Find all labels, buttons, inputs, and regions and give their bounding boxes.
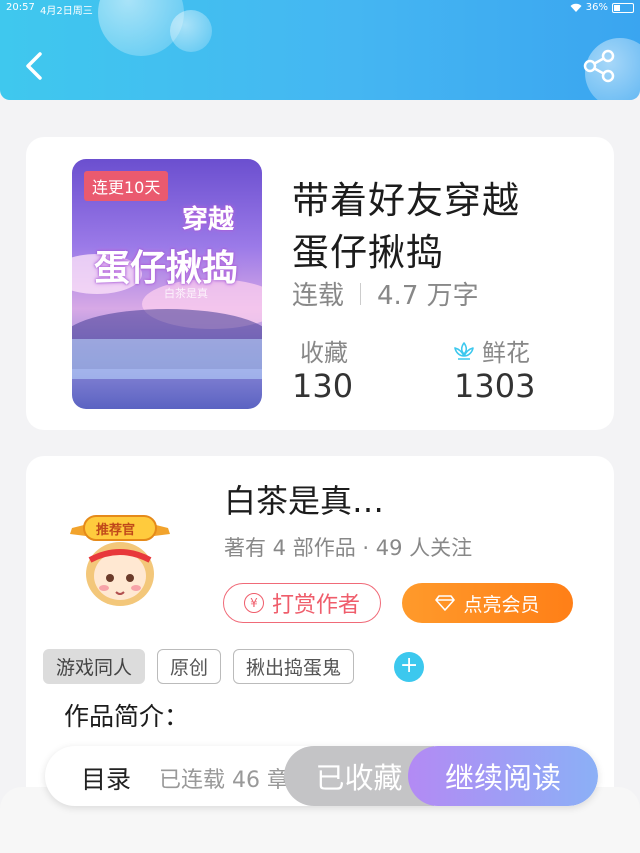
tag-item[interactable]: 游戏同人 <box>43 649 146 684</box>
tag-list: 游戏同人 原创 揪出捣蛋鬼 + <box>43 649 425 684</box>
yen-icon: ¥ <box>243 593 264 613</box>
flowers-count: 1303 <box>454 367 536 405</box>
book-status: 连载 <box>292 281 345 311</box>
cover-title-line2: 蛋仔揪捣 <box>94 248 239 289</box>
vip-label: 点亮会员 <box>463 593 540 616</box>
author-stats: 著有 4 部作品 · 49 人关注 <box>224 536 473 560</box>
flower-icon <box>454 341 474 360</box>
share-icon <box>583 49 615 83</box>
flowers-label-text: 鲜花 <box>482 339 530 367</box>
chevron-left-icon <box>26 52 42 80</box>
cover-lake <box>72 339 262 379</box>
tip-author-button[interactable]: ¥ 打赏作者 <box>223 583 381 623</box>
book-title-line2: 蛋仔揪捣 <box>292 231 444 274</box>
tip-author-label: 打赏作者 <box>271 593 360 618</box>
meta-divider <box>360 282 362 305</box>
favorites-label: 收藏 <box>300 333 348 368</box>
intro-label: 作品简介： <box>64 702 190 731</box>
update-streak-badge: 连更10天 <box>84 171 169 201</box>
favorites-count: 130 <box>292 367 354 405</box>
cover-title-line1: 穿越 <box>182 205 235 235</box>
favorites-label-text: 收藏 <box>300 339 348 367</box>
cover-author: 白茶是真 <box>164 287 208 300</box>
status-bar: 20:57 4月2日周三 36% <box>0 0 640 17</box>
tag-item[interactable]: 原创 <box>157 649 222 684</box>
decor-bubble <box>170 10 212 52</box>
back-button[interactable] <box>20 46 50 86</box>
recommender-badge: 推荐官 <box>96 523 136 538</box>
book-info-card: 连更10天 穿越 蛋仔揪捣 白茶是真 带着好友穿越 蛋仔揪捣 连载 4.7 万字… <box>26 137 614 430</box>
status-time: 20:57 <box>6 2 35 13</box>
flowers-label[interactable]: 鲜花 <box>452 333 530 368</box>
status-date: 4月2日周三 <box>40 6 93 17</box>
book-title-line1: 带着好友穿越 <box>292 179 520 222</box>
book-cover[interactable]: 连更10天 穿越 蛋仔揪捣 白茶是真 <box>72 159 262 409</box>
add-tag-icon[interactable]: + <box>394 651 425 682</box>
continue-reading-label: 继续阅读 <box>444 761 561 795</box>
diamond-icon <box>435 595 456 611</box>
author-name[interactable]: 白茶是真… <box>224 476 384 522</box>
status-right: 36% <box>570 2 634 13</box>
battery-percent: 36% <box>585 2 608 13</box>
share-button[interactable] <box>580 46 620 86</box>
continue-reading-button[interactable]: 继续阅读 <box>408 746 598 806</box>
author-avatar[interactable]: 推荐官 <box>66 502 174 612</box>
top-header: 20:57 4月2日周三 36% <box>0 0 640 100</box>
tag-item[interactable]: 揪出捣蛋鬼 <box>233 649 355 684</box>
vip-button[interactable]: 点亮会员 <box>402 583 573 623</box>
wifi-icon <box>570 3 582 12</box>
book-title: 带着好友穿越 蛋仔揪捣 <box>292 175 592 279</box>
toc-button[interactable]: 目录 <box>81 760 131 796</box>
collected-label: 已收藏 <box>315 761 403 795</box>
book-meta: 连载 4.7 万字 <box>292 275 479 312</box>
bottom-action-bar: 目录 已连载 46 章 已收藏 继续阅读 <box>45 746 598 806</box>
chapter-count[interactable]: 已连载 46 章 <box>159 762 289 794</box>
word-count: 4.7 万字 <box>377 281 479 311</box>
battery-icon <box>612 2 634 13</box>
